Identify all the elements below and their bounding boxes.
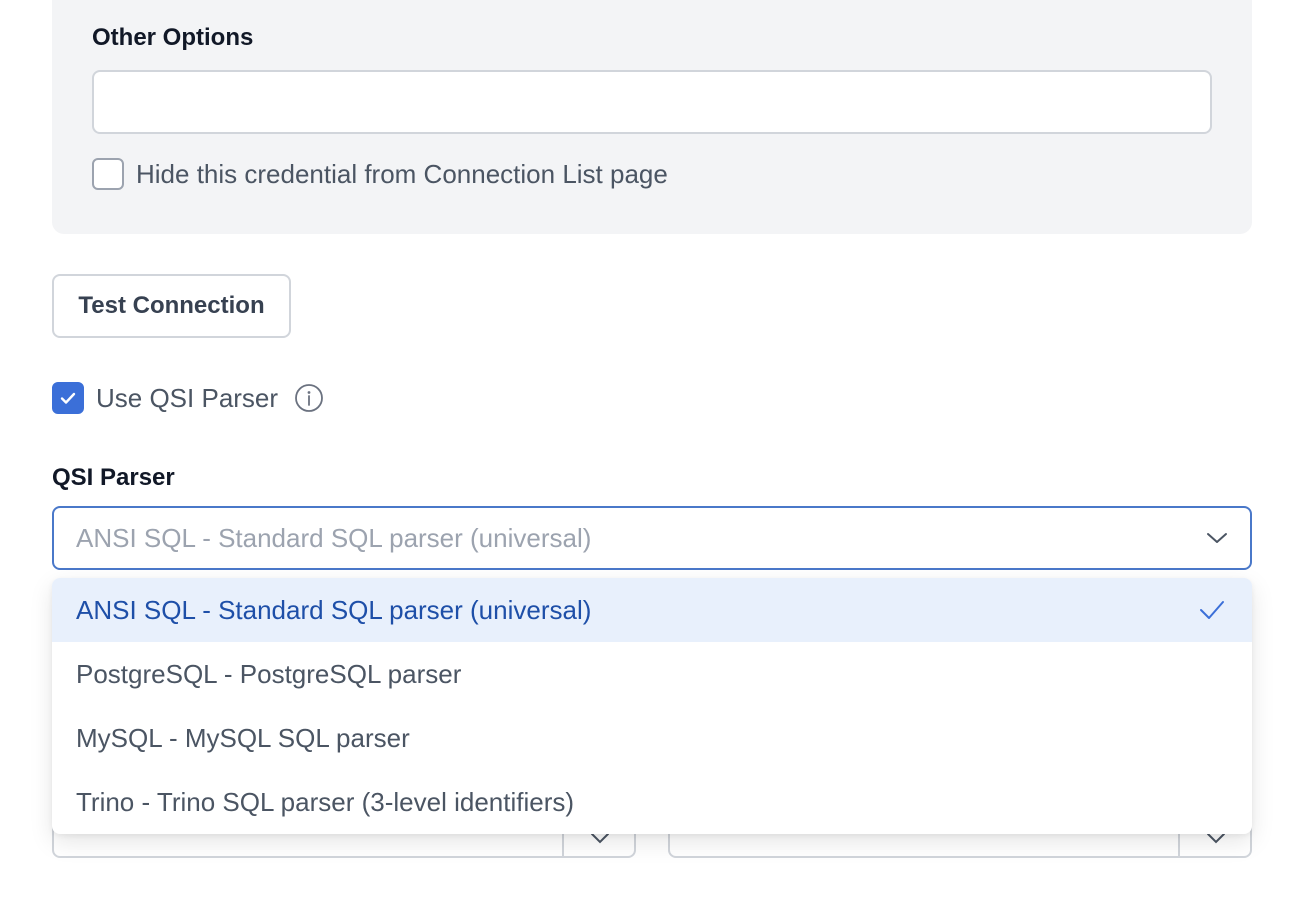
option-label: PostgreSQL - PostgreSQL parser (76, 658, 462, 689)
qsi-parser-label: QSI Parser (52, 464, 175, 491)
checkmark-icon (60, 392, 76, 404)
qsi-option-postgresql[interactable]: PostgreSQL - PostgreSQL parser (52, 642, 1252, 706)
use-qsi-row[interactable]: Use QSI Parser (52, 382, 324, 414)
qsi-option-trino[interactable]: Trino - Trino SQL parser (3-level identi… (52, 770, 1252, 834)
test-connection-button[interactable]: Test Connection (52, 274, 291, 338)
option-label: MySQL - MySQL SQL parser (76, 722, 410, 753)
qsi-parser-select-value: ANSI SQL - Standard SQL parser (universa… (76, 522, 592, 553)
option-label: Trino - Trino SQL parser (3-level identi… (76, 786, 575, 817)
hide-credential-checkbox[interactable] (92, 158, 124, 190)
connection-form: Other Options Hide this credential from … (0, 0, 1308, 904)
hide-credential-label: Hide this credential from Connection Lis… (136, 158, 668, 189)
hide-credential-row[interactable]: Hide this credential from Connection Lis… (92, 158, 668, 190)
chevron-down-icon (1207, 533, 1227, 543)
other-options-label: Other Options (92, 24, 254, 51)
qsi-parser-dropdown: ANSI SQL - Standard SQL parser (universa… (52, 578, 1252, 834)
qsi-option-mysql[interactable]: MySQL - MySQL SQL parser (52, 706, 1252, 770)
option-label: ANSI SQL - Standard SQL parser (universa… (76, 594, 592, 625)
checkmark-icon (1200, 601, 1224, 619)
qsi-option-ansi[interactable]: ANSI SQL - Standard SQL parser (universa… (52, 578, 1252, 642)
qsi-parser-select[interactable]: ANSI SQL - Standard SQL parser (universa… (52, 506, 1252, 570)
other-options-input[interactable] (92, 70, 1212, 134)
use-qsi-checkbox[interactable] (52, 382, 84, 414)
info-circle-icon[interactable] (294, 383, 324, 413)
use-qsi-label: Use QSI Parser (96, 382, 279, 413)
